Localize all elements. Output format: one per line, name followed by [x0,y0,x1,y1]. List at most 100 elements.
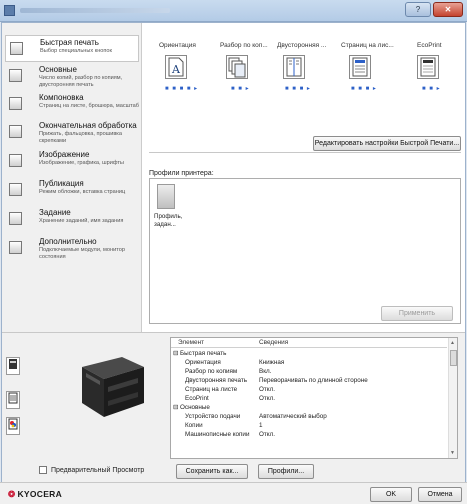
row-key: Устройство подачи [185,413,241,420]
bottom-panel: Предварительный Просмотр Элемент Сведени… [2,332,465,482]
quick-print-icon [10,42,23,55]
orientation-portrait-icon[interactable]: A [165,55,187,79]
column-orientation: Ориентация [159,42,196,49]
sidebar-item-advanced[interactable]: Дополнительно Подключаемые модули, монит… [5,235,139,262]
window-title [20,8,170,13]
profile-caption: Профиль, задан... [154,213,183,228]
divider [149,152,461,153]
sidebar: Быстрая печать Выбор специальных кнопок … [2,23,142,332]
table-row[interactable]: ⊟ Основные [171,404,447,412]
column-pages-per-sheet: Страниц на лис... [341,42,394,49]
preview-checkbox-label: Предварительный Просмотр [51,467,145,474]
sidebar-item-title: Окончательная обработка [39,121,137,130]
page-view-tab[interactable] [6,391,20,409]
sidebar-item-sub: Подключаемые модули, монитор состояния [39,247,125,260]
row-key: ⊟ Основные [173,404,210,411]
row-key: Разбор по копиям [185,368,238,375]
sidebar-item-sub: Страниц на листе, брошюра, масштаб [39,103,139,109]
row-value: Вкл. [259,368,272,375]
scroll-up-icon[interactable]: ▲ [450,340,455,346]
help-button[interactable]: ? [405,2,431,17]
sidebar-item-title: Изображение [39,150,90,159]
scroll-down-icon[interactable]: ▼ [450,450,455,456]
table-row[interactable]: Двусторонняя печать Переворачивать по дл… [171,377,447,385]
basic-icon [9,69,22,82]
sidebar-item-title: Быстрая печать [40,38,99,47]
sidebar-item-title: Публикация [39,179,84,188]
printer-view-tab[interactable] [6,357,20,375]
row-value: Откл. [259,386,276,393]
profiles-button[interactable]: Профили... [258,464,314,479]
sidebar-item-title: Основные [39,65,77,74]
ok-button[interactable]: OK [370,487,412,502]
duplex-dots[interactable]: ■ ■ ■ ▸ [285,85,311,92]
table-row[interactable]: ⊟ Быстрая печать [171,350,447,358]
row-key: Двусторонняя печать [185,377,248,384]
table-row[interactable]: Страниц на листе Откл. [171,386,447,394]
image-icon [9,154,22,167]
cancel-button[interactable]: Отмена [418,487,462,502]
kyocera-logo: ❂ KYOCERA [8,489,62,500]
sidebar-item-layout[interactable]: Компоновка Страниц на листе, брошюра, ма… [5,91,139,118]
title-bar: ? ✕ [0,0,467,22]
duplex-icon[interactable] [283,55,305,79]
ecoprint-dots[interactable]: ■ ■ ▸ [422,85,441,92]
column-header-details[interactable]: Сведения [259,339,288,346]
edit-quick-print-button[interactable]: Редактировать настройки Быстрой Печати..… [313,136,461,151]
publishing-icon [9,183,22,196]
ecoprint-icon[interactable] [417,55,439,79]
kyocera-logo-mark: ❂ [8,489,16,499]
table-row[interactable]: EcoPrint Откл. [171,395,447,403]
profile-tile[interactable]: Профиль, задан... [154,184,184,234]
svg-text:A: A [171,63,181,76]
sidebar-item-publishing[interactable]: Публикация Режим обложки, вставка страни… [5,177,139,204]
table-row[interactable]: Машинописные копии Откл. [171,431,447,439]
finishing-icon [9,125,22,138]
sidebar-item-quick-print[interactable]: Быстрая печать Выбор специальных кнопок [5,35,139,62]
pages-per-sheet-dots[interactable]: ■ ■ ■ ▸ [351,85,377,92]
table-row[interactable]: Ориентация Книжная [171,359,447,367]
sidebar-item-sub: Режим обложки, вставка страниц [39,189,126,195]
sidebar-item-title: Задание [39,208,71,217]
layout-icon [9,97,22,110]
table-row[interactable]: Копии 1 [171,422,447,430]
sidebar-item-basic[interactable]: Основные Число копий, разбор по копиям, … [5,63,139,90]
save-as-button[interactable]: Сохранить как... [176,464,248,479]
row-key: EcoPrint [185,395,209,402]
orientation-dots[interactable]: ■ ■ ■ ■ ▸ [165,85,198,92]
row-key: Машинописные копии [185,431,250,438]
settings-table[interactable]: Элемент Сведения ⊟ Быстрая печать Ориент… [170,337,458,459]
sidebar-item-job[interactable]: Задание Хранение заданий, имя задания [5,206,139,233]
row-value: 1 [259,422,263,429]
printer-image [64,351,154,431]
kyocera-logo-text: KYOCERA [17,489,63,499]
profiles-list[interactable]: Профиль, задан... [149,178,461,324]
column-ecoprint: EcoPrint [417,42,442,49]
table-header: Элемент Сведения [171,338,447,348]
apply-button[interactable]: Применить [381,306,453,321]
sidebar-item-image[interactable]: Изображение Изображение, графика, шрифты [5,148,139,175]
quick-print-panel: Ориентация Разбор по коп... Двусторонняя… [145,23,465,332]
column-header-element[interactable]: Элемент [178,339,204,346]
dialog-window: Быстрая печать Выбор специальных кнопок … [1,22,466,482]
table-row[interactable]: Разбор по копиям Вкл. [171,368,447,376]
profile-document-icon [157,184,175,209]
row-value: Автоматический выбор [259,413,327,420]
sidebar-item-sub: Хранение заданий, имя задания [39,218,124,224]
close-button[interactable]: ✕ [433,2,463,17]
row-value: Откл. [259,431,276,438]
color-view-tab[interactable] [6,417,20,435]
sidebar-item-title: Компоновка [39,93,84,102]
sidebar-item-sub: Изображение, графика, шрифты [39,160,124,166]
row-value: Переворачивать по длинной стороне [259,377,368,384]
scrollbar-thumb[interactable] [450,350,457,366]
pages-per-sheet-icon[interactable] [349,55,371,79]
table-scrollbar[interactable]: ▲ ▼ [448,338,457,458]
table-row[interactable]: Устройство подачи Автоматический выбор [171,413,447,421]
preview-checkbox[interactable] [39,466,47,474]
job-icon [9,212,22,225]
sidebar-item-finishing[interactable]: Окончательная обработка Прижать, фальцов… [5,119,139,146]
profiles-label: Профили принтера: [149,170,214,177]
collate-icon[interactable] [226,55,248,79]
collate-dots[interactable]: ■ ■ ▸ [231,85,250,92]
